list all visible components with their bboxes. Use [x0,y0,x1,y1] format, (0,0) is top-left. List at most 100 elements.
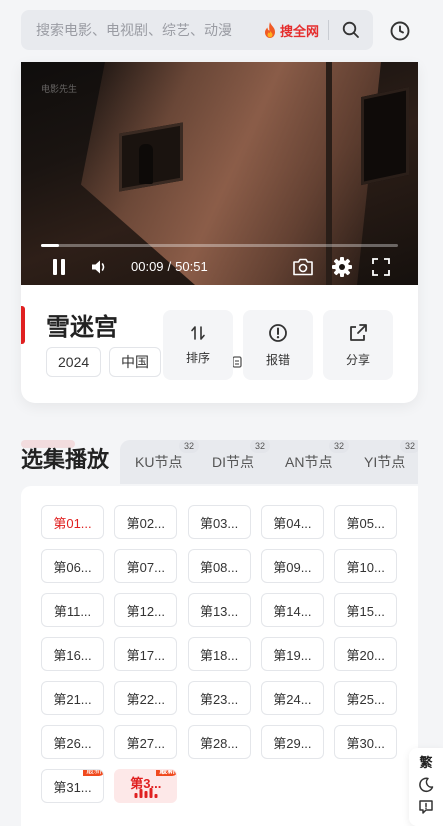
clock-icon [390,21,410,41]
episode-label: 第26... [53,735,92,751]
episode-button[interactable]: 第03... [187,505,251,539]
episode-button[interactable]: 第16... [41,637,104,671]
video-player[interactable]: 电影先生 00:09 / 50:51 [21,62,418,285]
episode-button[interactable]: 第14... [260,593,324,627]
episode-button[interactable]: 第25... [334,681,398,715]
episode-label: 第06... [53,559,92,575]
episode-button[interactable]: 第01... [41,505,104,539]
episode-label: 第16... [53,647,92,663]
progress-fill [41,244,59,247]
episode-button[interactable]: 第10... [334,549,398,583]
episode-label: 第28... [199,735,239,751]
now-playing-icon [134,788,158,798]
episode-label: 第24... [273,691,312,707]
episode-label: 第25... [346,691,385,707]
fullscreen-icon [372,258,390,276]
episode-button[interactable]: 第17... [114,637,178,671]
search-button[interactable] [329,10,373,50]
episode-button[interactable]: 第15... [334,593,398,627]
episode-button[interactable]: 第22... [114,681,178,715]
node-count-badge: 32 [329,440,349,453]
title-accent-bar [21,306,25,344]
current-time: 00:09 [131,259,164,274]
episode-button[interactable]: 第07... [114,549,178,583]
episode-button[interactable]: 第08... [187,549,251,583]
search-all-button[interactable]: 搜全网 [257,20,329,40]
moon-icon[interactable] [418,777,434,793]
share-icon [350,323,367,341]
share-label: 分享 [345,352,370,367]
episode-button[interactable]: 第23... [187,681,251,715]
episode-button[interactable]: 第20... [334,637,398,671]
episode-label: 第19... [273,647,312,663]
volume-button[interactable] [87,255,111,279]
settings-button[interactable] [330,255,354,279]
node-tab-label: DI节点 [212,454,254,470]
node-tab-label: KU节点 [135,454,183,470]
episode-button[interactable]: 第29... [260,725,324,759]
episode-label: 第01... [53,515,92,531]
episode-label: 第03... [199,515,239,531]
episode-button[interactable]: 第3... 最新 [114,769,178,803]
episode-button[interactable]: 第31... 最新 [41,769,104,803]
node-count-badge: 32 [179,440,199,453]
node-tabs: KU节点 32 DI节点 32 AN节点 32 YI节点 32 [120,440,418,484]
episode-label: 第10... [346,559,385,575]
fullscreen-button[interactable] [369,255,393,279]
episode-label: 第18... [199,647,239,663]
episode-grid: 第01... 第02... 第03... 第04... 第05... 第06... 第07.… [21,486,418,826]
episode-button[interactable]: 第05... [334,505,398,539]
episode-button[interactable]: 第18... [187,637,251,671]
episode-button[interactable]: 第24... [260,681,324,715]
episode-button[interactable]: 第04... [260,505,324,539]
search-icon [342,21,359,38]
year-tag[interactable]: 2024 [46,347,102,377]
progress-bar[interactable] [41,244,398,247]
section-title: 选集播放 [21,447,110,472]
search-all-label: 搜全网 [279,23,319,39]
search-input[interactable] [21,10,257,50]
tab-an-node[interactable]: AN节点 32 [285,440,349,484]
movie-title: 雪迷宫 [46,314,118,341]
episode-button[interactable]: 第21... [41,681,104,715]
tab-ku-node[interactable]: KU节点 32 [135,440,199,484]
node-count-badge: 32 [250,440,270,453]
camera-icon [293,258,313,276]
feedback-icon[interactable] [418,799,434,815]
episode-button[interactable]: 第19... [260,637,324,671]
episode-label: 第31... [53,779,92,795]
sort-button[interactable]: 排序 [163,310,233,380]
sort-label: 排序 [185,350,210,365]
episode-label: 第09... [273,559,312,575]
flame-icon [264,22,275,38]
pause-icon [53,259,65,275]
history-button[interactable] [388,19,412,43]
episode-button[interactable]: 第02... [114,505,178,539]
episode-label: 第11... [53,603,92,619]
episode-button[interactable]: 第27... [114,725,178,759]
new-badge: 最新 [156,770,177,776]
episode-label: 第21... [53,691,92,707]
episode-button[interactable]: 第28... [187,725,251,759]
tab-yi-node[interactable]: YI节点 32 [364,440,418,484]
episode-button[interactable]: 第09... [260,549,324,583]
episode-button[interactable]: 第13... [187,593,251,627]
region-tag[interactable]: 中国 [109,347,161,377]
traditional-chinese-toggle[interactable]: 繁 [419,752,432,771]
node-count-badge: 32 [400,440,418,453]
episode-button[interactable]: 第06... [41,549,104,583]
screenshot-button[interactable] [291,255,315,279]
pause-button[interactable] [47,255,71,279]
episode-button[interactable]: 第26... [41,725,104,759]
video-frame-figure [139,144,153,184]
share-button[interactable]: 分享 [323,310,393,380]
episode-label: 第08... [199,559,239,575]
episode-label: 第12... [126,603,165,619]
report-button[interactable]: 报错 [243,310,313,380]
episode-button[interactable]: 第11... [41,593,104,627]
search-bar: 搜全网 [21,10,373,50]
episode-label: 第13... [199,603,239,619]
tab-di-node[interactable]: DI节点 32 [212,440,270,484]
episode-button[interactable]: 第12... [114,593,178,627]
episode-button[interactable]: 第30... [334,725,398,759]
